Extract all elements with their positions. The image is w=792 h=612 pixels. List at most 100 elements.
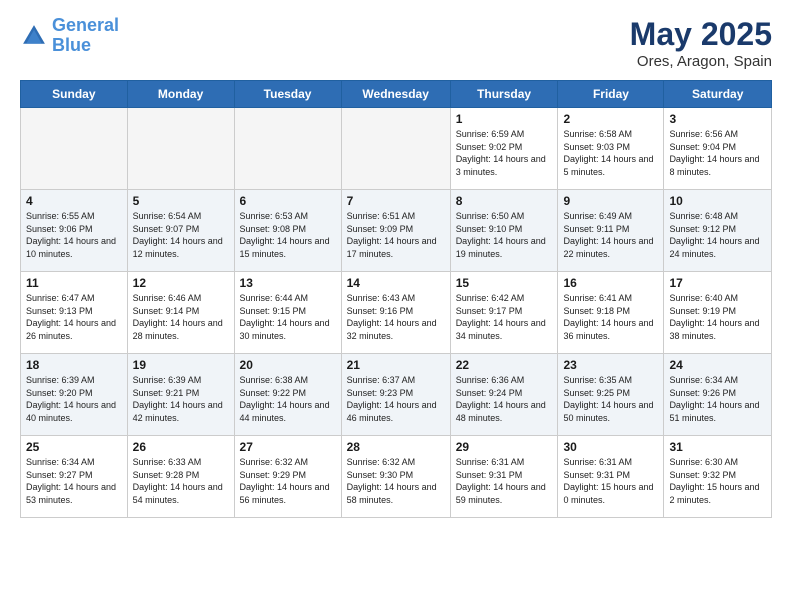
day-number: 24 <box>669 358 766 372</box>
day-info: Sunrise: 6:48 AM Sunset: 9:12 PM Dayligh… <box>669 210 766 260</box>
day-number: 2 <box>563 112 658 126</box>
calendar-cell: 24 Sunrise: 6:34 AM Sunset: 9:26 PM Dayli… <box>664 354 772 436</box>
day-info: Sunrise: 6:35 AM Sunset: 9:25 PM Dayligh… <box>563 374 658 424</box>
day-number: 8 <box>456 194 553 208</box>
calendar-cell: 15Sunrise: 6:42 AM Sunset: 9:17 PM Dayli… <box>450 272 558 354</box>
day-number: 29 <box>456 440 553 454</box>
calendar-cell: 17Sunrise: 6:40 AM Sunset: 9:19 PM Dayli… <box>664 272 772 354</box>
day-number: 12 <box>133 276 229 290</box>
day-info: Sunrise: 6:49 AM Sunset: 9:11 PM Dayligh… <box>563 210 658 260</box>
day-number: 16 <box>563 276 658 290</box>
day-number: 14 <box>347 276 445 290</box>
col-monday: Monday <box>127 81 234 108</box>
day-number: 11 <box>26 276 122 290</box>
calendar-cell: 27Sunrise: 6:32 AM Sunset: 9:29 PM Dayli… <box>234 436 341 518</box>
day-info: Sunrise: 6:41 AM Sunset: 9:18 PM Dayligh… <box>563 292 658 342</box>
page: General Blue May 2025 Ores, Aragon, Spai… <box>0 0 792 534</box>
day-info: Sunrise: 6:43 AM Sunset: 9:16 PM Dayligh… <box>347 292 445 342</box>
day-info: Sunrise: 6:59 AM Sunset: 9:02 PM Dayligh… <box>456 128 553 178</box>
logo-text: General Blue <box>52 16 119 56</box>
day-info: Sunrise: 6:34 AM Sunset: 9:26 PM Dayligh… <box>669 374 766 424</box>
calendar-cell: 2 Sunrise: 6:58 AM Sunset: 9:03 PM Daylig… <box>558 108 664 190</box>
header-row: Sunday Monday Tuesday Wednesday Thursday… <box>21 81 772 108</box>
day-number: 9 <box>563 194 658 208</box>
calendar-week-3: 11Sunrise: 6:47 AM Sunset: 9:13 PM Dayli… <box>21 272 772 354</box>
title-block: May 2025 Ores, Aragon, Spain <box>630 16 772 70</box>
day-info: Sunrise: 6:31 AM Sunset: 9:31 PM Dayligh… <box>563 456 658 506</box>
calendar-cell <box>234 108 341 190</box>
day-info: Sunrise: 6:51 AM Sunset: 9:09 PM Dayligh… <box>347 210 445 260</box>
calendar-cell: 3 Sunrise: 6:56 AM Sunset: 9:04 PM Daylig… <box>664 108 772 190</box>
calendar-cell: 29Sunrise: 6:31 AM Sunset: 9:31 PM Dayli… <box>450 436 558 518</box>
day-number: 25 <box>26 440 122 454</box>
day-info: Sunrise: 6:58 AM Sunset: 9:03 PM Dayligh… <box>563 128 658 178</box>
day-number: 30 <box>563 440 658 454</box>
day-info: Sunrise: 6:55 AM Sunset: 9:06 PM Dayligh… <box>26 210 122 260</box>
calendar-week-4: 18 Sunrise: 6:39 AM Sunset: 9:20 PM Dayli… <box>21 354 772 436</box>
day-info: Sunrise: 6:38 AM Sunset: 9:22 PM Dayligh… <box>240 374 336 424</box>
calendar-cell: 28Sunrise: 6:32 AM Sunset: 9:30 PM Dayli… <box>341 436 450 518</box>
day-info: Sunrise: 6:39 AM Sunset: 9:20 PM Dayligh… <box>26 374 122 424</box>
day-info: Sunrise: 6:54 AM Sunset: 9:07 PM Dayligh… <box>133 210 229 260</box>
day-info: Sunrise: 6:53 AM Sunset: 9:08 PM Dayligh… <box>240 210 336 260</box>
day-number: 5 <box>133 194 229 208</box>
logo-line2: Blue <box>52 35 91 55</box>
logo-line1: General <box>52 15 119 35</box>
calendar-cell <box>21 108 128 190</box>
logo: General Blue <box>20 16 119 56</box>
calendar-week-2: 4 Sunrise: 6:55 AM Sunset: 9:06 PM Daylig… <box>21 190 772 272</box>
calendar-cell: 1 Sunrise: 6:59 AM Sunset: 9:02 PM Daylig… <box>450 108 558 190</box>
day-number: 20 <box>240 358 336 372</box>
calendar-week-1: 1 Sunrise: 6:59 AM Sunset: 9:02 PM Daylig… <box>21 108 772 190</box>
month-title: May 2025 <box>630 16 772 53</box>
day-number: 31 <box>669 440 766 454</box>
day-number: 18 <box>26 358 122 372</box>
calendar-cell: 7 Sunrise: 6:51 AM Sunset: 9:09 PM Daylig… <box>341 190 450 272</box>
day-number: 17 <box>669 276 766 290</box>
logo-icon <box>20 22 48 50</box>
calendar-cell: 11Sunrise: 6:47 AM Sunset: 9:13 PM Dayli… <box>21 272 128 354</box>
calendar-cell: 5 Sunrise: 6:54 AM Sunset: 9:07 PM Daylig… <box>127 190 234 272</box>
calendar-cell: 4 Sunrise: 6:55 AM Sunset: 9:06 PM Daylig… <box>21 190 128 272</box>
calendar-cell: 31 Sunrise: 6:30 AM Sunset: 9:32 PM Dayli… <box>664 436 772 518</box>
calendar-cell: 14 Sunrise: 6:43 AM Sunset: 9:16 PM Dayli… <box>341 272 450 354</box>
day-info: Sunrise: 6:44 AM Sunset: 9:15 PM Dayligh… <box>240 292 336 342</box>
location-title: Ores, Aragon, Spain <box>630 53 772 70</box>
day-number: 4 <box>26 194 122 208</box>
calendar-cell: 19Sunrise: 6:39 AM Sunset: 9:21 PM Dayli… <box>127 354 234 436</box>
calendar-cell: 23 Sunrise: 6:35 AM Sunset: 9:25 PM Dayli… <box>558 354 664 436</box>
calendar-cell <box>341 108 450 190</box>
calendar-cell: 18 Sunrise: 6:39 AM Sunset: 9:20 PM Dayli… <box>21 354 128 436</box>
col-thursday: Thursday <box>450 81 558 108</box>
day-info: Sunrise: 6:32 AM Sunset: 9:29 PM Dayligh… <box>240 456 336 506</box>
day-info: Sunrise: 6:32 AM Sunset: 9:30 PM Dayligh… <box>347 456 445 506</box>
calendar-week-5: 25 Sunrise: 6:34 AM Sunset: 9:27 PM Dayli… <box>21 436 772 518</box>
calendar-cell: 10Sunrise: 6:48 AM Sunset: 9:12 PM Dayli… <box>664 190 772 272</box>
calendar-cell: 26Sunrise: 6:33 AM Sunset: 9:28 PM Dayli… <box>127 436 234 518</box>
calendar-cell <box>127 108 234 190</box>
day-number: 23 <box>563 358 658 372</box>
day-info: Sunrise: 6:37 AM Sunset: 9:23 PM Dayligh… <box>347 374 445 424</box>
calendar-cell: 22Sunrise: 6:36 AM Sunset: 9:24 PM Dayli… <box>450 354 558 436</box>
col-wednesday: Wednesday <box>341 81 450 108</box>
col-saturday: Saturday <box>664 81 772 108</box>
col-sunday: Sunday <box>21 81 128 108</box>
col-tuesday: Tuesday <box>234 81 341 108</box>
calendar-cell: 9 Sunrise: 6:49 AM Sunset: 9:11 PM Daylig… <box>558 190 664 272</box>
day-info: Sunrise: 6:50 AM Sunset: 9:10 PM Dayligh… <box>456 210 553 260</box>
day-info: Sunrise: 6:30 AM Sunset: 9:32 PM Dayligh… <box>669 456 766 506</box>
calendar-cell: 16 Sunrise: 6:41 AM Sunset: 9:18 PM Dayli… <box>558 272 664 354</box>
calendar-table: Sunday Monday Tuesday Wednesday Thursday… <box>20 80 772 518</box>
day-info: Sunrise: 6:56 AM Sunset: 9:04 PM Dayligh… <box>669 128 766 178</box>
day-number: 22 <box>456 358 553 372</box>
calendar-cell: 20 Sunrise: 6:38 AM Sunset: 9:22 PM Dayli… <box>234 354 341 436</box>
calendar-cell: 21Sunrise: 6:37 AM Sunset: 9:23 PM Dayli… <box>341 354 450 436</box>
day-info: Sunrise: 6:42 AM Sunset: 9:17 PM Dayligh… <box>456 292 553 342</box>
day-number: 7 <box>347 194 445 208</box>
day-number: 6 <box>240 194 336 208</box>
day-number: 13 <box>240 276 336 290</box>
day-number: 1 <box>456 112 553 126</box>
day-info: Sunrise: 6:34 AM Sunset: 9:27 PM Dayligh… <box>26 456 122 506</box>
day-number: 3 <box>669 112 766 126</box>
day-number: 19 <box>133 358 229 372</box>
